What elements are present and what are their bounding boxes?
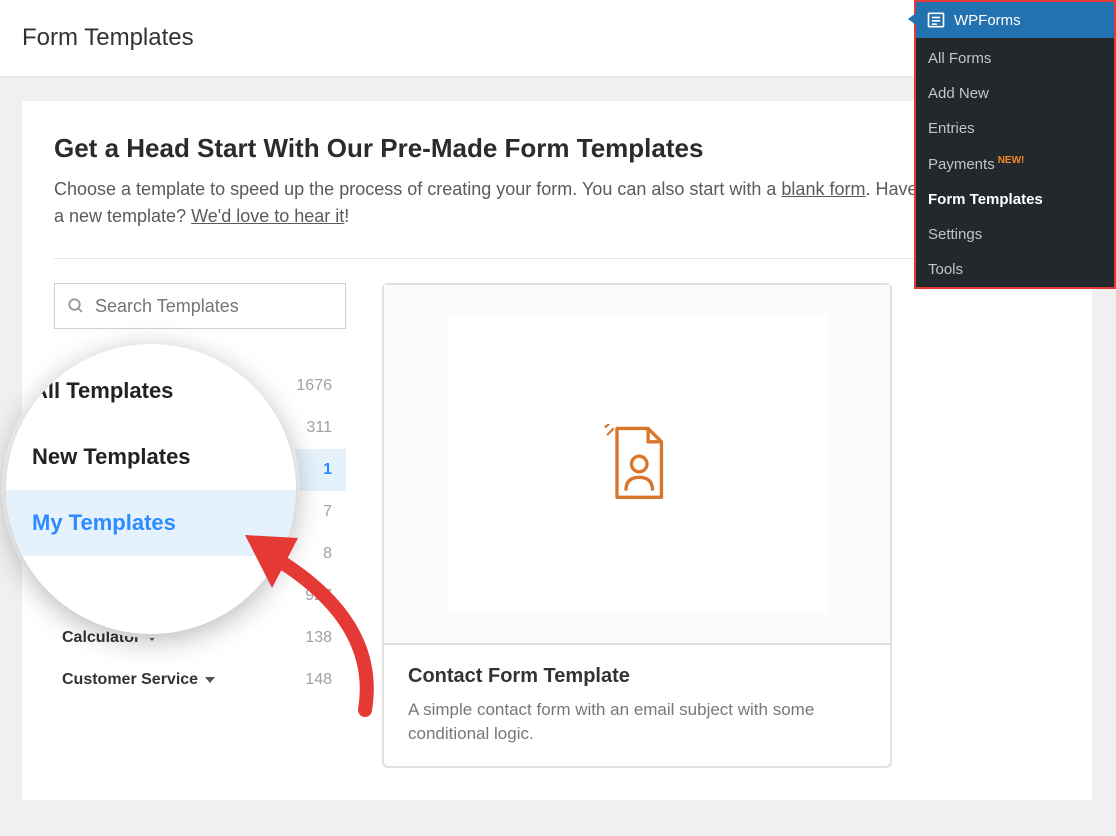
wp-menu-item-payments[interactable]: PaymentsNEW! [916,146,1114,182]
magnifier-overlay: All Templates New Templates My Templates [6,344,296,634]
wp-menu-item-tools[interactable]: Tools [916,252,1114,287]
document-person-icon [602,424,672,504]
intro-trail: ! [344,206,349,226]
wp-menu-item-addnew[interactable]: Add New [916,76,1114,111]
category-count: 8 [323,545,332,563]
search-icon [67,297,85,315]
wp-menu-list: All Forms Add New Entries PaymentsNEW! F… [916,38,1114,287]
main-column: Contact Form Template A simple contact f… [382,283,1060,768]
wp-admin-submenu: WPForms All Forms Add New Entries Paymen… [914,0,1116,289]
new-badge: NEW! [998,155,1025,166]
wpforms-icon [926,10,946,30]
template-desc: A simple contact form with an email subj… [408,698,866,746]
category-count: 927 [305,587,332,605]
template-title: Contact Form Template [408,665,866,688]
search-wrap[interactable] [54,283,346,329]
intro-lead: Choose a template to speed up the proces… [54,179,781,199]
wp-menu-item-settings[interactable]: Settings [916,217,1114,252]
wp-menu-item-templates[interactable]: Form Templates [916,182,1114,217]
template-preview [384,285,890,645]
template-preview-inner [447,314,827,614]
category-count: 1676 [296,377,332,395]
category-count: 311 [306,419,332,437]
suggest-link[interactable]: We'd love to hear it [191,206,344,226]
blank-form-link[interactable]: blank form [781,179,865,199]
intro: Get a Head Start With Our Pre-Made Form … [54,133,1060,230]
mag-item-new: New Templates [32,424,296,490]
chevron-down-icon [205,677,215,683]
template-card[interactable]: Contact Form Template A simple contact f… [382,283,892,768]
category-count: 148 [305,671,332,689]
category-count: 138 [305,629,332,647]
mag-item-my: My Templates [6,490,296,556]
category-count: 7 [323,503,332,521]
wp-menu-item-entries[interactable]: Entries [916,111,1114,146]
search-input[interactable] [95,296,333,317]
wp-menu-title: WPForms [954,12,1021,29]
template-info: Contact Form Template A simple contact f… [384,645,890,766]
intro-paragraph: Choose a template to speed up the proces… [54,176,1060,230]
intro-heading: Get a Head Start With Our Pre-Made Form … [54,133,1060,164]
wp-menu-item-allforms[interactable]: All Forms [916,38,1114,76]
chevron-down-icon [147,635,157,641]
category-item-customer[interactable]: Customer Service 148 [54,659,346,701]
divider [54,258,1060,259]
wp-menu-header[interactable]: WPForms [916,2,1114,38]
category-label: Customer Service [62,671,215,689]
category-count: 1 [323,461,332,479]
